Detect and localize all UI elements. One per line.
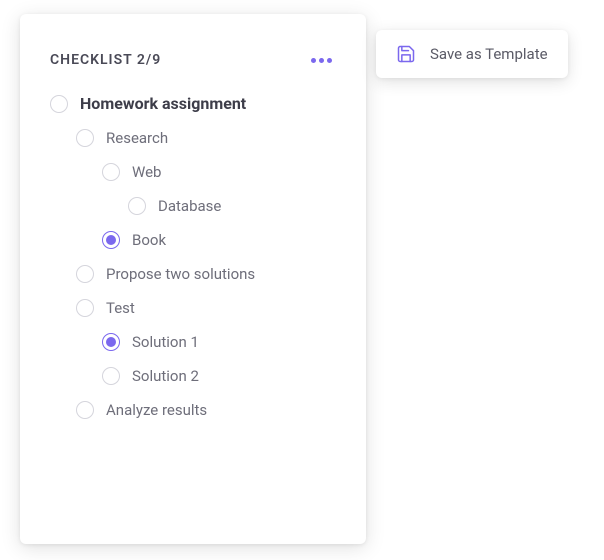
checklist-item[interactable]: Web — [50, 163, 336, 181]
item-label: Propose two solutions — [106, 265, 255, 283]
checklist-items: Homework assignment Research Web Databas… — [50, 94, 336, 419]
checklist-item[interactable]: Book — [50, 231, 336, 249]
checklist-item[interactable]: Analyze results — [50, 401, 336, 419]
checkbox-circle[interactable] — [50, 95, 68, 113]
checklist-card: CHECKLIST 2/9 Homework assignment Resear… — [20, 14, 366, 544]
item-label: Database — [158, 197, 221, 215]
dot-icon — [327, 58, 332, 63]
item-label: Web — [132, 163, 161, 181]
checklist-item[interactable]: Database — [50, 197, 336, 215]
checkbox-circle[interactable] — [76, 265, 94, 283]
checklist-item[interactable]: Test — [50, 299, 336, 317]
checklist-item[interactable]: Propose two solutions — [50, 265, 336, 283]
save-icon — [396, 44, 416, 64]
card-header: CHECKLIST 2/9 — [50, 52, 336, 68]
item-label: Solution 1 — [132, 333, 199, 351]
checklist-title: CHECKLIST 2/9 — [50, 52, 161, 68]
checkbox-circle[interactable] — [102, 367, 120, 385]
checklist-item[interactable]: Homework assignment — [50, 94, 336, 113]
item-label: Homework assignment — [80, 94, 246, 113]
checkbox-circle[interactable] — [76, 401, 94, 419]
item-label: Book — [132, 231, 166, 249]
item-label: Analyze results — [106, 401, 207, 419]
more-options-button[interactable] — [307, 54, 336, 67]
checkbox-circle[interactable] — [76, 299, 94, 317]
checklist-item[interactable]: Research — [50, 129, 336, 147]
item-label: Test — [106, 299, 135, 317]
dot-icon — [319, 58, 324, 63]
checklist-item[interactable]: Solution 2 — [50, 367, 336, 385]
popover-label: Save as Template — [430, 45, 548, 63]
item-label: Solution 2 — [132, 367, 199, 385]
checkbox-circle[interactable] — [102, 163, 120, 181]
checkbox-circle[interactable] — [128, 197, 146, 215]
checklist-item[interactable]: Solution 1 — [50, 333, 336, 351]
dot-icon — [311, 58, 316, 63]
checkbox-circle-checked[interactable] — [102, 333, 120, 351]
checkbox-circle-checked[interactable] — [102, 231, 120, 249]
checkbox-circle[interactable] — [76, 129, 94, 147]
item-label: Research — [106, 129, 168, 147]
save-template-popover[interactable]: Save as Template — [376, 30, 568, 78]
